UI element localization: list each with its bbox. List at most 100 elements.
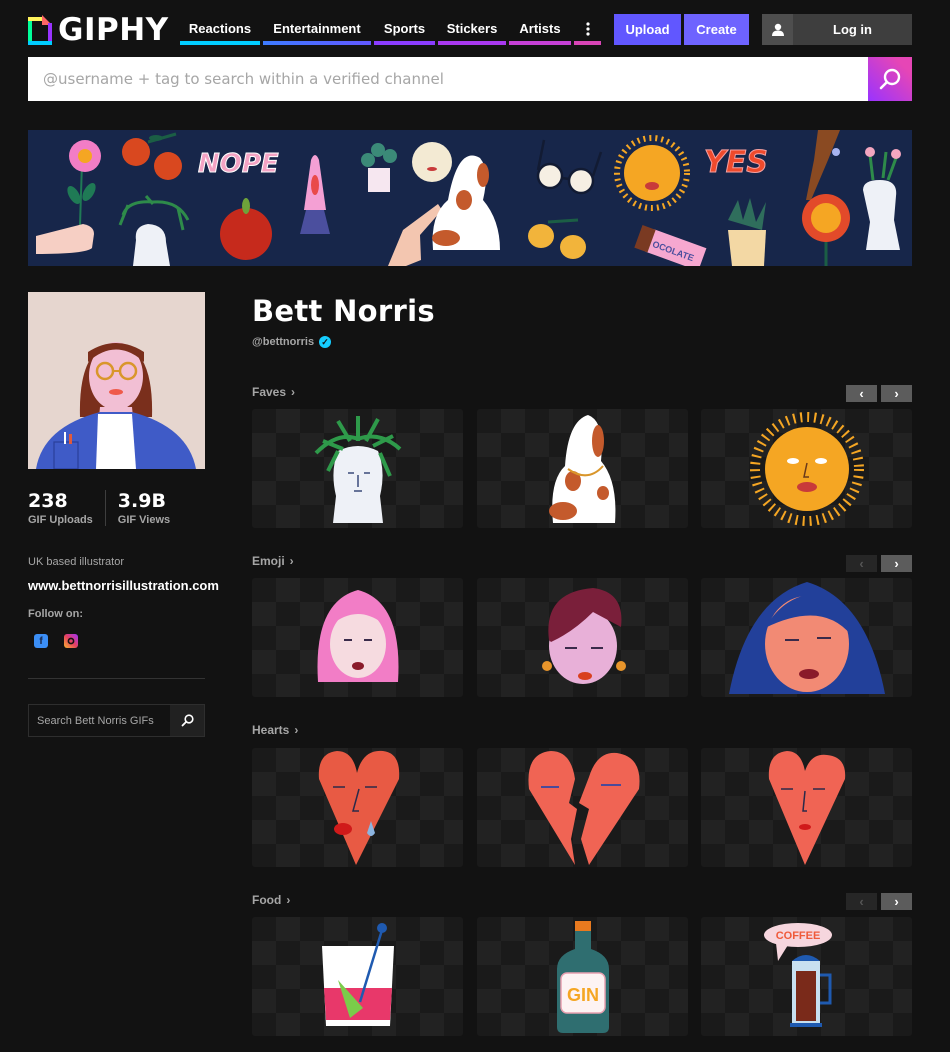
channel-search-input[interactable] [29,705,170,736]
section-title: Emoji [252,554,285,568]
nav-more-button[interactable] [574,14,601,45]
gif-tile[interactable] [252,578,463,697]
stat-uploads: 238 GIF Uploads [28,490,106,526]
stat-label: GIF Uploads [28,514,93,526]
section-faves-link[interactable]: Faves › [252,385,295,399]
crying-heart-gif [318,750,399,865]
oranges-sticker [122,132,182,180]
main-nav: Reactions Entertainment Sports Stickers … [180,14,601,45]
gif-tile[interactable] [477,748,688,867]
cocktail-glass-gif [321,922,394,1026]
chevron-right-icon: › [894,386,899,401]
nav-label: Reactions [188,21,252,36]
pink-hair-girl-gif [317,589,398,682]
stat-label: GIF Views [117,514,171,526]
gif-tile[interactable]: COFFEE [701,917,912,1036]
gif-tile[interactable] [477,578,688,697]
login-label: Log in [833,22,872,37]
bust-with-fern-gif [314,415,401,523]
gif-tile[interactable] [252,409,463,528]
section-title: Food [252,893,282,907]
giphy-logo[interactable]: GIPHY [28,12,169,48]
bust-with-fern-sticker [118,195,190,266]
verified-badge-icon: ✓ [319,336,332,348]
bio: UK based illustrator [28,556,124,568]
section-title: Faves [252,385,287,399]
channel-handle: @bettnorris ✓ [252,336,332,348]
avatar-illustration [36,342,196,469]
stat-value: 238 [28,490,68,512]
gif-tile[interactable] [477,409,688,528]
glasses-sticker [536,139,603,195]
section-hearts-link[interactable]: Hearts › [252,723,298,737]
instagram-icon[interactable] [64,634,78,648]
vertical-ellipsis-icon [585,21,590,36]
sun-face-gif [749,411,864,526]
nav-artists[interactable]: Artists [509,14,571,45]
chocolate-bar-sticker: OCOLATE [634,225,707,266]
faves-next-button[interactable]: › [881,385,912,402]
upload-button[interactable]: Upload [614,14,681,45]
chevron-right-icon: › [291,385,296,399]
food-next-button[interactable]: › [881,893,912,910]
channel-banner: NOPE OCOLATE YES [28,130,912,266]
gif-tile[interactable] [701,578,912,697]
chevron-left-icon: ‹ [859,386,864,401]
flower-in-hand-sticker [36,140,101,254]
apple-sticker [220,198,272,260]
channel-stats: 238 GIF Uploads 3.9B GIF Views [28,490,170,526]
short-hair-woman-gif [541,587,626,684]
handle-text: @bettnorris [252,336,315,348]
pointing-finger-sticker [806,130,840,200]
gif-tile[interactable] [252,748,463,867]
nope-sticker: NOPE [198,149,279,179]
channel-search [28,704,205,737]
moon-face-sticker [412,142,452,182]
search-icon [181,714,194,727]
nav-stickers[interactable]: Stickers [438,14,506,45]
login-button[interactable]: Log in [762,14,912,45]
create-button[interactable]: Create [684,14,749,45]
website-link[interactable]: www.bettnorrisillustration.com [28,578,219,593]
coffee-press-gif: COFFEE [763,922,832,1027]
coffee-label: COFFEE [775,930,820,942]
chevron-right-icon: › [894,556,899,571]
facebook-icon[interactable]: f [34,634,48,648]
stat-value: 3.9B [117,490,166,512]
gif-tile[interactable] [701,409,912,528]
gif-tile[interactable] [701,748,912,867]
search-button[interactable] [868,57,912,101]
lava-lamp-sticker [300,155,330,234]
gif-tile[interactable]: GIN [477,917,688,1036]
emoji-next-button[interactable]: › [881,555,912,572]
spaniel-dog-gif [548,414,615,523]
gin-label: GIN [566,985,598,1005]
nav-label: Stickers [446,21,498,36]
search-bar [28,57,912,101]
nav-sports[interactable]: Sports [374,14,435,45]
nav-reactions[interactable]: Reactions [180,14,260,45]
nav-label: Entertainment [273,21,361,36]
logo-text: GIPHY [58,12,169,48]
search-input[interactable] [28,57,868,101]
chevron-left-icon: ‹ [859,894,864,909]
nav-label: Artists [519,21,561,36]
bust-with-flowers-sticker [863,147,901,250]
smiling-heart-gif [768,750,845,865]
gin-bottle-gif: GIN [556,920,609,1033]
chevron-right-icon: › [286,893,291,907]
channel-search-button[interactable] [170,705,204,736]
emoji-prev-button[interactable]: ‹ [846,555,877,572]
food-prev-button[interactable]: ‹ [846,893,877,910]
section-food-link[interactable]: Food › [252,893,290,907]
nav-label: Sports [383,21,426,36]
stat-views: 3.9B GIF Views [106,490,170,526]
divider [28,678,205,679]
yes-sticker: YES [704,145,768,180]
nav-entertainment[interactable]: Entertainment [263,14,371,45]
potted-plant-sticker [361,143,397,192]
giphy-logo-icon [28,15,52,45]
section-emoji-link[interactable]: Emoji › [252,554,294,568]
faves-prev-button[interactable]: ‹ [846,385,877,402]
gif-tile[interactable] [252,917,463,1036]
